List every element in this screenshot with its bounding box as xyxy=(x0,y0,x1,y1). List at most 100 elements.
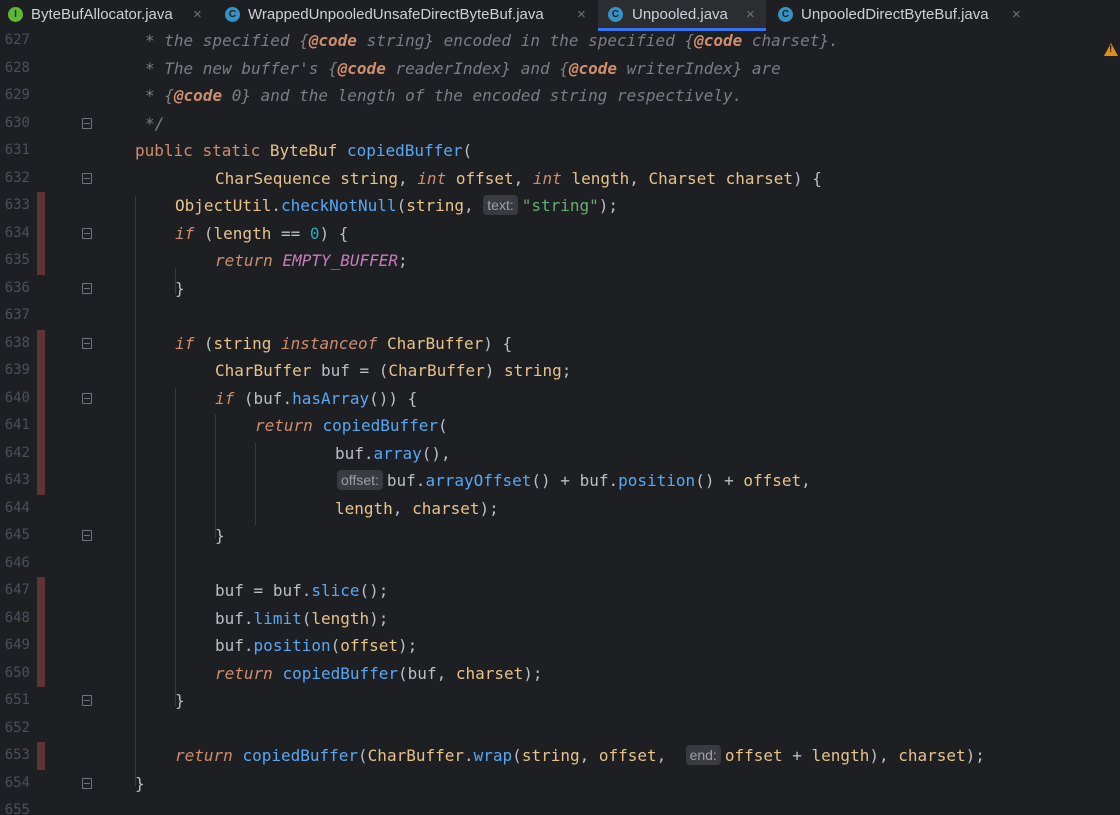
code-text: return copiedBuffer(buf, charset); xyxy=(215,663,543,683)
line-number: 629 xyxy=(4,87,30,103)
fold-start-icon[interactable] xyxy=(82,337,92,349)
line-number: 630 xyxy=(4,114,30,131)
line-number: 645 xyxy=(4,527,30,543)
code-text: } xyxy=(215,526,225,545)
code-line: 647 buf = buf.slice(); xyxy=(0,577,1120,605)
line-number: 634 xyxy=(4,224,30,241)
line-number: 654 xyxy=(4,774,30,791)
line-number: 651 xyxy=(4,692,30,708)
code-line: 655 xyxy=(0,797,1120,815)
code-text: public static ByteBuf copiedBuffer( xyxy=(135,141,473,160)
close-icon[interactable]: × xyxy=(577,0,586,30)
code-line: 631 public static ByteBuf copiedBuffer( xyxy=(0,137,1120,165)
vcs-change-marker[interactable] xyxy=(37,219,45,247)
code-line: 627 * the specified {@code string} encod… xyxy=(0,31,1120,55)
parameter-hint: text: xyxy=(483,195,518,215)
fold-end-icon[interactable] xyxy=(82,695,92,706)
fold-end-icon[interactable] xyxy=(82,117,92,129)
code-text: if (length == 0) { xyxy=(175,223,349,243)
code-line: 630 */ xyxy=(0,110,1120,138)
line-number: 649 xyxy=(4,637,30,653)
vcs-change-marker[interactable] xyxy=(37,659,45,687)
editor-tab-bar: I ByteBufAllocator.java × C WrappedUnpoo… xyxy=(0,0,1120,32)
vcs-change-marker[interactable] xyxy=(37,604,45,632)
tab-label: ByteBufAllocator.java xyxy=(31,6,173,23)
code-line: 654 } xyxy=(0,770,1120,798)
vcs-change-marker[interactable] xyxy=(37,742,45,770)
code-line: 652 xyxy=(0,715,1120,743)
vcs-change-marker[interactable] xyxy=(37,329,45,357)
code-line: 642 buf.array(), xyxy=(0,439,1120,467)
code-line: 640 if (buf.hasArray()) { xyxy=(0,384,1120,412)
line-number: 636 xyxy=(4,279,30,296)
line-number: 643 xyxy=(4,472,30,488)
tab-unpooleddirectbytebuf[interactable]: C UnpooledDirectByteBuf.java × xyxy=(768,0,1038,30)
code-line: 648 buf.limit(length); xyxy=(0,604,1120,632)
fold-start-icon[interactable] xyxy=(82,392,92,404)
line-number: 652 xyxy=(4,719,30,736)
fold-start-icon[interactable] xyxy=(82,227,92,239)
vcs-change-marker[interactable] xyxy=(37,384,45,412)
code-line: 634 if (length == 0) { xyxy=(0,219,1120,247)
code-text: return copiedBuffer( xyxy=(255,416,448,435)
code-text: offset: buf.arrayOffset() + buf.position(… xyxy=(337,467,811,495)
vcs-change-marker[interactable] xyxy=(37,247,45,275)
code-line: 650 return copiedBuffer(buf, charset); xyxy=(0,659,1120,687)
line-number: 641 xyxy=(4,417,30,433)
code-line: 635 return EMPTY_BUFFER; xyxy=(0,247,1120,275)
code-text: buf.position(offset); xyxy=(215,636,418,655)
code-line: 638 if (string instanceof CharBuffer) { xyxy=(0,329,1120,357)
class-icon: C xyxy=(225,7,240,22)
code-text: } xyxy=(135,773,145,793)
code-text: } xyxy=(175,691,185,710)
code-line: 629 * {@code 0} and the length of the en… xyxy=(0,82,1120,110)
fold-end-icon[interactable] xyxy=(82,530,92,541)
code-line: 644 length, charset); xyxy=(0,495,1120,523)
line-number: 646 xyxy=(4,554,30,571)
vcs-change-marker[interactable] xyxy=(37,439,45,467)
fold-end-icon[interactable] xyxy=(82,777,92,789)
fold-end-icon[interactable] xyxy=(82,282,92,294)
code-line: 653 return copiedBuffer(CharBuffer.wrap(… xyxy=(0,742,1120,770)
code-text: ObjectUtil.checkNotNull(string, text: "st… xyxy=(175,195,619,215)
code-text: return copiedBuffer(CharBuffer.wrap(stri… xyxy=(175,745,985,765)
vcs-change-marker[interactable] xyxy=(37,192,45,220)
line-number: 653 xyxy=(4,747,30,763)
code-line: 651 } xyxy=(0,687,1120,715)
close-icon[interactable]: × xyxy=(746,0,755,30)
line-number: 638 xyxy=(4,334,30,351)
line-number: 632 xyxy=(4,169,30,186)
parameter-hint: offset: xyxy=(337,470,383,490)
line-number: 628 xyxy=(4,59,30,76)
tab-bytebufallocator[interactable]: I ByteBufAllocator.java × xyxy=(0,0,210,30)
code-line: 637 xyxy=(0,302,1120,330)
class-icon: C xyxy=(608,7,623,22)
line-number: 655 xyxy=(4,802,30,815)
line-number: 650 xyxy=(4,664,30,681)
close-icon[interactable]: × xyxy=(1012,0,1021,30)
code-line: 639 CharBuffer buf = (CharBuffer) string… xyxy=(0,357,1120,385)
code-line: 636 } xyxy=(0,275,1120,303)
tab-label: WrappedUnpooledUnsafeDirectByteBuf.java xyxy=(248,6,544,23)
line-number: 627 xyxy=(4,32,30,48)
class-icon: C xyxy=(778,7,793,22)
line-number: 640 xyxy=(4,389,30,406)
code-line: 646 xyxy=(0,550,1120,578)
code-line: 632 CharSequence string, int offset, int… xyxy=(0,165,1120,193)
code-text: CharBuffer buf = (CharBuffer) string; xyxy=(215,361,572,380)
tab-unpooled[interactable]: C Unpooled.java × xyxy=(598,0,766,31)
vcs-change-marker[interactable] xyxy=(37,357,45,385)
vcs-change-marker[interactable] xyxy=(37,467,45,495)
code-text: length, charset); xyxy=(335,498,499,518)
code-text: buf.limit(length); xyxy=(215,608,389,628)
close-icon[interactable]: × xyxy=(193,0,202,30)
line-number: 631 xyxy=(4,142,30,158)
tab-wrappedunpooledunsafedirectbytebuf[interactable]: C WrappedUnpooledUnsafeDirectByteBuf.jav… xyxy=(215,0,595,30)
code-editor[interactable]: 627 * the specified {@code string} encod… xyxy=(0,31,1120,815)
code-line: 645 } xyxy=(0,522,1120,550)
code-text: buf.array(), xyxy=(335,443,451,463)
fold-start-icon[interactable] xyxy=(82,172,92,184)
vcs-change-marker[interactable] xyxy=(37,412,45,440)
vcs-change-marker[interactable] xyxy=(37,632,45,660)
vcs-change-marker[interactable] xyxy=(37,577,45,605)
